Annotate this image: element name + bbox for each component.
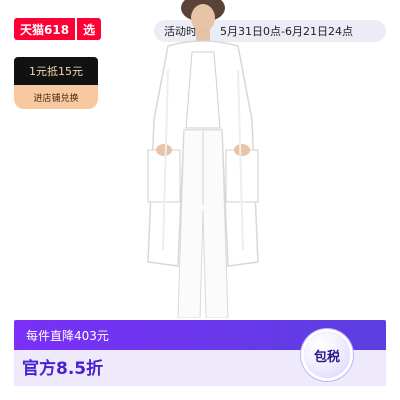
tmall-618-badge: 天猫618 选 [14,18,102,40]
price-banner: 每件直降403元 官方8.5折 包税 [14,320,386,386]
right-hand [234,144,250,156]
white-long-cardigan-icon [147,0,259,319]
inner-top [185,51,221,129]
discount-per-item-text: 每件直降403元 [26,329,109,343]
product-model-illustration [118,0,288,319]
select-label: 选 [77,18,102,40]
left-hand [156,144,172,156]
official-discount-text: 官方8.5折 [22,359,104,379]
tmall-618-label: 天猫618 [14,18,76,40]
face-shape [191,4,215,32]
coupon-exchange-button[interactable]: 进店铺兑换 [14,85,98,109]
coupon-card[interactable]: 1元抵15元 进店铺兑换 [14,57,98,109]
coupon-title: 1元抵15元 [14,57,98,85]
tax-included-badge: 包税 [304,332,350,378]
product-promo-image: 天猫618 选 活动时间 5月31日0点-6月21日24点 1元抵15元 进店铺… [0,0,400,400]
official-discount-strip: 官方8.5折 包税 [14,332,386,386]
